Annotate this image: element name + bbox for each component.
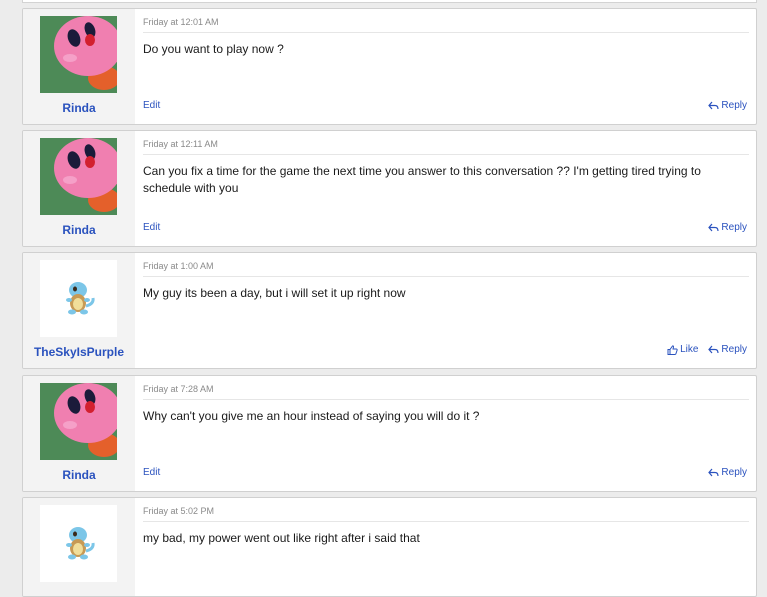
message-content: Friday at 1:00 AM My guy its been a day,… <box>143 253 749 368</box>
reply-label: Reply <box>721 222 747 233</box>
message-content: Friday at 7:28 AM Why can't you give me … <box>143 376 749 491</box>
user-avatar[interactable] <box>40 260 117 337</box>
user-avatar[interactable] <box>40 16 117 93</box>
message-5: Friday at 5:02 PM my bad, my power went … <box>22 497 757 597</box>
divider <box>143 521 749 522</box>
user-avatar[interactable] <box>40 505 117 582</box>
message-date[interactable]: Friday at 12:11 AM <box>143 139 218 149</box>
message-content: Friday at 5:02 PM my bad, my power went … <box>143 498 749 596</box>
reply-arrow-icon <box>708 345 720 354</box>
reply-label: Reply <box>721 344 747 355</box>
thumbs-up-icon <box>667 344 678 355</box>
edit-link[interactable]: Edit <box>143 222 160 233</box>
message-text: Do you want to play now ? <box>143 42 284 56</box>
message-date[interactable]: Friday at 1:00 AM <box>143 261 214 271</box>
reply-button[interactable]: Reply <box>708 100 747 111</box>
message-4: Rinda Friday at 7:28 AM Why can't you gi… <box>22 375 757 492</box>
reply-label: Reply <box>721 467 747 478</box>
divider <box>143 154 749 155</box>
user-avatar[interactable] <box>40 138 117 215</box>
divider <box>143 276 749 277</box>
message-user-column: TheSkyIsPurple <box>23 253 135 368</box>
username[interactable]: Rinda <box>23 468 135 482</box>
message-actions: Reply <box>708 222 747 233</box>
message-user-column: Rinda <box>23 131 135 246</box>
edit-link[interactable]: Edit <box>143 467 160 478</box>
message-date[interactable]: Friday at 7:28 AM <box>143 384 214 394</box>
message-text: my bad, my power went out like right aft… <box>143 531 420 545</box>
message-actions: Reply <box>708 100 747 111</box>
user-avatar[interactable] <box>40 383 117 460</box>
reply-label: Reply <box>721 100 747 111</box>
reply-arrow-icon <box>708 101 720 110</box>
like-label: Like <box>680 344 699 355</box>
username[interactable]: Rinda <box>23 101 135 115</box>
message-2: Rinda Friday at 12:11 AM Can you fix a t… <box>22 130 757 247</box>
message-user-column: Rinda <box>23 9 135 124</box>
reply-button[interactable]: Reply <box>708 344 747 355</box>
message-text: My guy its been a day, but i will set it… <box>143 286 406 300</box>
message-1: Rinda Friday at 12:01 AM Do you want to … <box>22 8 757 125</box>
reply-arrow-icon <box>708 468 720 477</box>
reply-arrow-icon <box>708 223 720 232</box>
message-actions: Like Reply <box>667 344 747 355</box>
message-text: Can you fix a time for the game the next… <box>143 164 701 195</box>
message-3: TheSkyIsPurple Friday at 1:00 AM My guy … <box>22 252 757 369</box>
message-date[interactable]: Friday at 5:02 PM <box>143 506 214 516</box>
like-button[interactable]: Like <box>667 344 698 355</box>
message-content: Friday at 12:01 AM Do you want to play n… <box>143 9 749 124</box>
message-user-column <box>23 498 135 596</box>
message-text: Why can't you give me an hour instead of… <box>143 409 480 423</box>
message-date[interactable]: Friday at 12:01 AM <box>143 17 219 27</box>
username[interactable]: TheSkyIsPurple <box>23 345 135 359</box>
edit-link[interactable]: Edit <box>143 100 160 111</box>
username[interactable]: Rinda <box>23 223 135 237</box>
message-actions: Reply <box>708 467 747 478</box>
divider <box>143 399 749 400</box>
message-user-column: Rinda <box>23 376 135 491</box>
reply-button[interactable]: Reply <box>708 222 747 233</box>
reply-button[interactable]: Reply <box>708 467 747 478</box>
previous-message-edge <box>22 0 757 3</box>
divider <box>143 32 749 33</box>
message-content: Friday at 12:11 AM Can you fix a time fo… <box>143 131 749 246</box>
